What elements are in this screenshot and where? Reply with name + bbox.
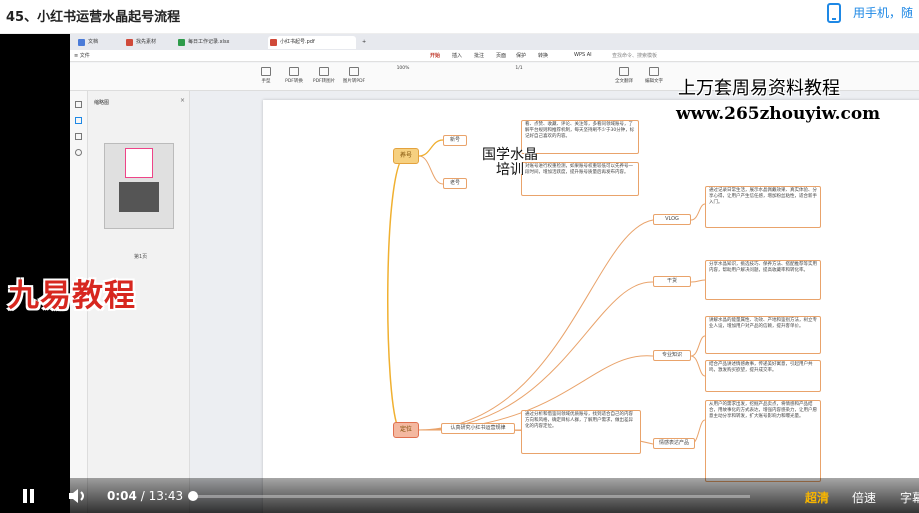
translate-icon: [619, 67, 629, 76]
doc-icon: [78, 39, 85, 46]
quality-button[interactable]: 超清: [805, 489, 829, 506]
convert-icon: [289, 67, 299, 76]
page-number-input[interactable]: 1/1: [506, 66, 532, 88]
tab-docs[interactable]: 文档: [76, 36, 98, 49]
zoom-select[interactable]: 100%: [388, 66, 418, 88]
thumbnail-icon[interactable]: [75, 101, 82, 108]
menu-wps-ai[interactable]: WPS AI: [574, 52, 592, 58]
menu-insert[interactable]: 插入: [452, 52, 462, 59]
text-new-account: 看、点赞、收藏、评论、关注等，多看同领域账号，了解平台规则和推荐机制，每天坚持刷…: [521, 120, 639, 154]
edit-text-button[interactable]: 编辑文字: [640, 66, 668, 88]
text-products: 从用户的需求出发，挖掘产品卖点，将情感和产品结合，用故事化的方式表达，增强内容感…: [705, 400, 821, 482]
close-icon[interactable]: ×: [180, 97, 185, 104]
text-positioning: 通过分析和借鉴同领域优质账号，找到适合自己的内容方向和风格，确定目标人群，了解用…: [521, 410, 641, 454]
text-vlog: 通过记录日常生活，展示水晶佩戴效果、真实体验、分享心得，让用户产生信任感，增加粉…: [705, 186, 821, 228]
pdf-icon: [349, 67, 359, 76]
volume-icon[interactable]: [68, 488, 88, 504]
hand-icon: [261, 67, 271, 76]
node-new-account: 新号: [443, 135, 467, 146]
menu-home[interactable]: 开始: [430, 52, 440, 59]
pdf-icon: [126, 39, 133, 46]
menu-file[interactable]: ≡ 文件: [74, 52, 90, 59]
node-tips: 干货: [653, 276, 691, 287]
progress-handle[interactable]: [187, 491, 198, 501]
speed-button[interactable]: 倍速: [852, 489, 876, 506]
page-title: 45、小红书运营水晶起号流程: [6, 10, 181, 25]
menu-protect[interactable]: 保护: [516, 52, 526, 59]
page-header: 45、小红书运营水晶起号流程 用手机，随: [0, 0, 919, 34]
pdf-icon: [270, 39, 277, 46]
command-search[interactable]: 查找命令、搜索模板: [612, 52, 657, 59]
menu-annotate[interactable]: 批注: [474, 52, 484, 59]
pdf-convert-button[interactable]: PDF转换: [280, 66, 308, 88]
topic-account-nurture: 养号: [393, 148, 419, 164]
node-old-account: 老号: [443, 178, 467, 189]
tab-pdf[interactable]: 小红书起号.pdf: [268, 36, 356, 49]
sheet-icon: [178, 39, 185, 46]
tab-add-button[interactable]: +: [362, 36, 366, 49]
text-emotion: 结合产品讲述情感故事，传递美好寓意，引起用户共鸣，激发购买欲望，提升成交率。: [705, 360, 821, 392]
search-icon[interactable]: [75, 149, 82, 156]
tab-materials[interactable]: 找先素材: [124, 36, 156, 49]
channel-logo: 九易教程: [8, 278, 136, 314]
watermark-url: www.265zhouyiw.com: [676, 104, 881, 124]
time-display: 0:04 / 13:43: [107, 489, 184, 503]
thumbnail-label: 第1页: [134, 254, 148, 260]
page-thumbnail[interactable]: [104, 143, 174, 229]
pause-button[interactable]: [22, 489, 36, 503]
menu-bar: ≡ 文件 开始 插入 批注 页面 保护 转换 WPS AI 查找命令、搜索模板: [70, 50, 919, 62]
hand-tool-button[interactable]: 手型: [252, 66, 280, 88]
image-icon: [319, 67, 329, 76]
tab-bar: 文档 找先素材 每日工作记录.xlsx 小红书起号.pdf +: [70, 34, 919, 50]
text-pro: 讲解水晶的能量属性、功效、产地和鉴别方法，树立专业人设，增加用户对产品的信赖，提…: [705, 316, 821, 354]
edit-text-icon: [649, 67, 659, 76]
subtitle-button[interactable]: 字幕: [900, 489, 919, 506]
text-tips: 分享水晶知识，挑选技巧、保养方法、搭配推荐等实用内容，帮助用户解决问题，提高收藏…: [705, 260, 821, 300]
pane-title: 缩略图: [94, 100, 110, 106]
menu-page[interactable]: 页面: [496, 52, 506, 59]
node-study-rules: 认真研究小红书运营规律: [441, 423, 515, 434]
phone-icon[interactable]: [827, 3, 841, 23]
current-time: 0:04: [107, 489, 137, 503]
text-old-account: 对账号进行权重检测，如果账号权重较低可以先养号一段时间，增加活跃度，提升账号质量…: [521, 162, 639, 196]
document-canvas[interactable]: 养号 新号 老号 看、点赞、收藏、评论、关注等，多看同领域账号，了解平台规则和推…: [190, 91, 919, 513]
watermark-crystal-training: 国学水晶 培训: [482, 147, 538, 178]
node-vlog: VLOG: [653, 214, 691, 225]
topic-positioning: 定位: [393, 422, 419, 438]
watermark-resources: 上万套周易资料教程: [678, 78, 840, 99]
tab-worklog[interactable]: 每日工作记录.xlsx: [176, 36, 230, 49]
video-player[interactable]: 文档 找先素材 每日工作记录.xlsx 小红书起号.pdf + ≡ 文件 开始 …: [0, 34, 919, 513]
annotation-icon[interactable]: [75, 133, 82, 140]
menu-convert[interactable]: 转换: [538, 52, 548, 59]
duration: 13:43: [148, 489, 184, 503]
node-emotion-products: 情感表达产品: [653, 438, 695, 449]
pdf-to-image-button[interactable]: PDF转图片: [310, 66, 338, 88]
progress-bar[interactable]: [187, 491, 750, 501]
bookmark-icon[interactable]: [75, 117, 82, 124]
translate-button[interactable]: 全文翻译: [610, 66, 638, 88]
node-pro-knowledge: 专业知识: [653, 350, 691, 361]
mobile-link[interactable]: 用手机，随: [853, 4, 913, 21]
image-to-pdf-button[interactable]: 图片转PDF: [340, 66, 368, 88]
pdf-page: 养号 新号 老号 看、点赞、收藏、评论、关注等，多看同领域账号，了解平台规则和推…: [263, 100, 919, 513]
